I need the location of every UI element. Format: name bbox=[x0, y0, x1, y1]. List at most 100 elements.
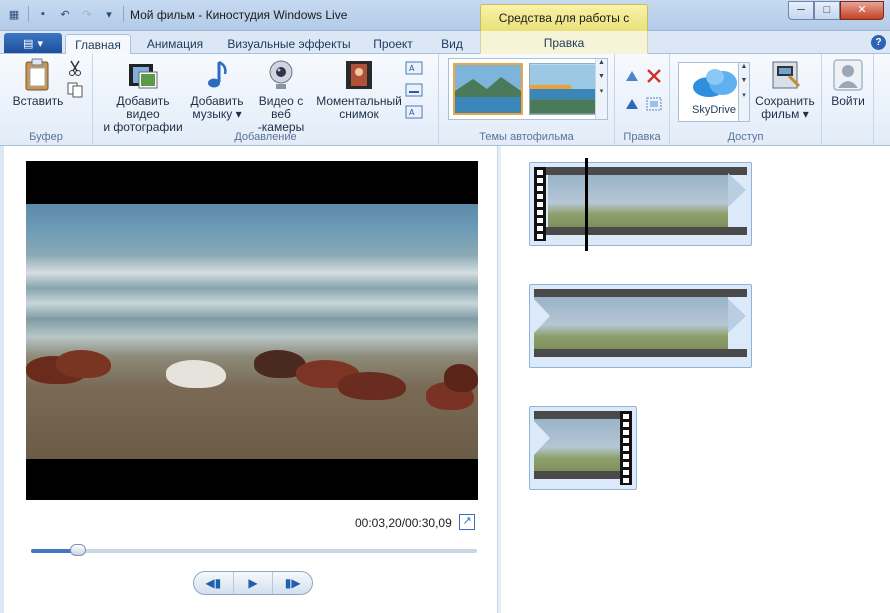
storyboard-clip[interactable] bbox=[529, 406, 637, 490]
seek-bar[interactable] bbox=[31, 544, 477, 556]
playback-controls: ◀▮ ▶ ▮▶ bbox=[193, 571, 313, 595]
remove-icon[interactable] bbox=[645, 68, 663, 84]
previous-frame-button[interactable]: ◀▮ bbox=[194, 572, 234, 594]
add-music-label-2: музыку ▾ bbox=[192, 107, 242, 121]
window-controls: ─ □ ✕ bbox=[788, 1, 884, 20]
paste-icon bbox=[25, 58, 49, 91]
storyboard-clip[interactable] bbox=[529, 162, 752, 246]
tab-visual-effects[interactable]: Визуальные эффекты bbox=[222, 34, 356, 55]
tab-view[interactable]: Вид bbox=[432, 34, 472, 55]
paste-label: Вставить bbox=[12, 94, 64, 108]
app-film-icon[interactable]: ▦ bbox=[6, 6, 22, 22]
add-music-button[interactable]: Добавить музыку ▾ bbox=[189, 58, 245, 121]
play-button[interactable]: ▶ bbox=[234, 572, 274, 594]
clip-band bbox=[534, 227, 747, 235]
transition-arrow-icon bbox=[728, 173, 746, 207]
theme-thumbnail-lake bbox=[530, 64, 598, 114]
quick-access-toolbar: ▦ ▪ ↶ ↷ ▾ bbox=[6, 6, 124, 22]
window-title: Мой фильм - Киностудия Windows Live bbox=[130, 8, 348, 22]
music-note-icon bbox=[208, 60, 227, 88]
save-movie-label-2: фильм ▾ bbox=[761, 107, 809, 121]
seek-thumb[interactable] bbox=[69, 544, 86, 556]
horse-shape bbox=[444, 364, 478, 392]
snapshot-button[interactable]: Моментальный снимок bbox=[315, 58, 403, 121]
rotate-left-icon[interactable] bbox=[623, 68, 641, 84]
next-frame-button[interactable]: ▮▶ bbox=[273, 572, 312, 594]
paste-button[interactable]: Вставить bbox=[10, 58, 66, 108]
redo-icon[interactable]: ↷ bbox=[79, 6, 95, 22]
customize-qat-icon[interactable]: ▾ bbox=[101, 6, 117, 22]
theme-item-default[interactable] bbox=[453, 63, 523, 115]
group-edit: Правка bbox=[615, 54, 670, 146]
chevron-down-icon: ▾ bbox=[37, 37, 43, 50]
select-all-icon[interactable] bbox=[645, 96, 663, 112]
theme-gallery-scroll[interactable]: ▲ ▼ ▾ bbox=[595, 59, 607, 119]
webcam-label-1: Видео с веб bbox=[258, 94, 304, 121]
cut-icon[interactable] bbox=[66, 60, 84, 76]
title-icon[interactable]: A bbox=[405, 60, 423, 76]
video-frame-beach-horses bbox=[26, 204, 478, 459]
save-icon[interactable]: ▪ bbox=[35, 6, 51, 22]
theme-thumbnail-lake bbox=[455, 65, 521, 113]
ribbon-tab-row: ▤ ▾ Главная Анимация Визуальные эффекты П… bbox=[0, 31, 890, 55]
sign-in-label: Войти bbox=[831, 94, 865, 108]
storyboard-clip[interactable] bbox=[529, 284, 752, 368]
group-label-clipboard: Буфер bbox=[29, 131, 63, 143]
snapshot-icon bbox=[346, 61, 372, 89]
save-movie-button[interactable]: Сохранить фильм ▾ bbox=[752, 58, 818, 121]
webcam-icon bbox=[269, 60, 293, 89]
clip-thumbnails bbox=[534, 167, 747, 241]
transition-arrow-icon bbox=[728, 299, 746, 333]
group-clipboard: Вставить Буфер bbox=[0, 54, 93, 146]
group-add: Добавить видео и фотографии Добавить муз… bbox=[93, 54, 439, 146]
film-start-icon bbox=[534, 167, 546, 241]
group-label-add: Добавление bbox=[234, 131, 297, 143]
storyboard-playhead[interactable] bbox=[585, 158, 588, 251]
caption-icon[interactable] bbox=[405, 82, 423, 98]
transition-in-arrow-icon bbox=[534, 421, 550, 455]
play-icon: ▶ bbox=[248, 576, 258, 590]
theme-item-contemporary[interactable] bbox=[529, 63, 599, 115]
clip-band bbox=[534, 289, 747, 297]
film-photo-icon bbox=[129, 64, 158, 89]
tab-edit[interactable]: Правка bbox=[480, 31, 648, 55]
rotate-right-icon[interactable] bbox=[623, 96, 641, 112]
qat-separator bbox=[123, 6, 124, 22]
save-movie-icon bbox=[772, 61, 801, 89]
clip-band bbox=[534, 471, 632, 479]
snapshot-label-2: снимок bbox=[339, 107, 379, 121]
add-video-photos-button[interactable]: Добавить видео и фотографии bbox=[99, 58, 187, 134]
file-menu-button[interactable]: ▤ ▾ bbox=[4, 33, 62, 53]
svg-text:A: A bbox=[409, 108, 415, 117]
theme-gallery: ▲ ▼ ▾ bbox=[448, 58, 608, 120]
user-avatar-icon bbox=[833, 59, 863, 91]
maximize-button[interactable]: □ bbox=[814, 1, 840, 20]
clip-thumbnails bbox=[534, 289, 747, 363]
menu-icon: ▤ bbox=[23, 37, 34, 50]
next-frame-icon: ▮▶ bbox=[284, 576, 301, 590]
share-gallery-scroll[interactable]: ▲ ▼ ▾ bbox=[738, 62, 750, 122]
horse-shape bbox=[338, 372, 406, 400]
group-label-themes: Темы автофильма bbox=[479, 131, 574, 143]
webcam-video-button[interactable]: Видео с веб -камеры bbox=[248, 58, 314, 134]
minimize-button[interactable]: ─ bbox=[788, 1, 814, 20]
tab-animation[interactable]: Анимация bbox=[136, 34, 214, 55]
tab-home[interactable]: Главная bbox=[65, 34, 131, 55]
sign-in-button[interactable]: Войти bbox=[826, 58, 870, 108]
help-icon[interactable]: ? bbox=[871, 35, 886, 50]
film-end-icon bbox=[620, 411, 632, 485]
copy-icon[interactable] bbox=[66, 82, 84, 98]
group-sign-in: Войти bbox=[822, 54, 874, 146]
undo-icon[interactable]: ↶ bbox=[57, 6, 73, 22]
tab-project[interactable]: Проект bbox=[364, 34, 422, 55]
clip-frame-thumbnail bbox=[548, 175, 728, 231]
fullscreen-expand-icon[interactable]: ↗ bbox=[459, 514, 475, 530]
group-label-edit: Правка bbox=[623, 131, 661, 143]
add-video-label-1: Добавить видео bbox=[116, 94, 170, 121]
video-preview[interactable] bbox=[26, 161, 478, 500]
svg-text:A: A bbox=[409, 64, 415, 73]
credits-icon[interactable]: A bbox=[405, 104, 423, 120]
clip-band bbox=[534, 411, 632, 419]
storyboard bbox=[501, 146, 890, 613]
close-button[interactable]: ✕ bbox=[840, 1, 884, 20]
